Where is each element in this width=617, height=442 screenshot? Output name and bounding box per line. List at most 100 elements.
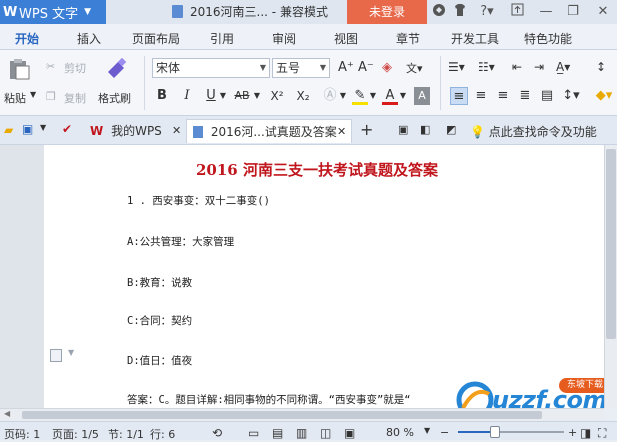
copy-button[interactable]: 复制 — [64, 90, 86, 106]
font-name-select[interactable]: 宋体 ▼ — [152, 58, 270, 78]
superscript-button[interactable]: X² — [266, 87, 288, 105]
line-spacing-icon[interactable]: ↕▾ — [560, 87, 582, 105]
tab-references[interactable]: 引用 — [210, 30, 234, 47]
tab-page-layout[interactable]: 页面布局 — [132, 30, 180, 47]
chinese-layout-icon[interactable]: A̲▾ — [556, 60, 570, 74]
chevron-down-icon[interactable]: ▼ — [68, 348, 74, 357]
outline-view-icon[interactable]: ▥ — [296, 426, 307, 440]
chevron-down-icon[interactable]: ▼ — [424, 426, 430, 435]
shirt-icon[interactable] — [452, 3, 468, 21]
paragraph: 1 . 西安事变：双十二事变() — [127, 195, 270, 207]
new-tab-icon[interactable]: + — [360, 120, 373, 139]
close-tab-icon[interactable]: ✕ — [172, 119, 181, 143]
phonetic-guide-icon[interactable]: 文▾ — [406, 60, 423, 76]
chevron-down-icon[interactable]: ▼ — [338, 87, 348, 105]
sort-icon[interactable]: ↕ — [596, 60, 606, 74]
tab-view[interactable]: 视图 — [334, 30, 358, 47]
skin-icon[interactable] — [431, 3, 447, 21]
zoom-in-button[interactable]: + — [568, 426, 577, 439]
read-view-icon[interactable]: ▣ — [344, 426, 355, 440]
italic-button[interactable]: I — [180, 87, 194, 105]
minimize-icon[interactable]: — — [538, 3, 554, 21]
bold-button[interactable]: B — [154, 87, 170, 105]
paste-icon[interactable] — [7, 58, 31, 80]
close-icon[interactable]: ✕ — [595, 3, 611, 21]
fit-page-icon[interactable]: ◨ — [580, 426, 591, 440]
tab-features[interactable]: 特色功能 — [524, 30, 572, 47]
grow-font-icon[interactable]: A⁺ — [338, 60, 354, 75]
format-painter-button[interactable]: 格式刷 — [98, 90, 131, 106]
chevron-down-icon: ▼ — [84, 7, 91, 17]
page-view-icon[interactable]: ▤ — [272, 426, 283, 440]
chevron-down-icon[interactable]: ▼ — [252, 87, 262, 105]
app-name: WPS 文字 — [19, 6, 79, 22]
chevron-down-icon[interactable]: ▼ — [218, 87, 228, 105]
restore-icon[interactable]: ❐ — [565, 3, 581, 21]
tab-active-document[interactable]: 2016河...试真题及答案 ✕ — [186, 119, 352, 143]
zoom-value[interactable]: 80 % — [386, 426, 414, 439]
view-mode-icon[interactable]: ▭ — [248, 426, 259, 440]
shrink-font-icon[interactable]: A⁻ — [358, 60, 374, 75]
strikethrough-button[interactable]: AB — [232, 87, 252, 105]
history-icon[interactable]: ⟲ — [212, 426, 222, 440]
zoom-slider-knob[interactable] — [490, 426, 501, 438]
pin-icon[interactable] — [509, 3, 525, 21]
open-folder-icon[interactable]: ▰ — [4, 123, 13, 137]
paragraph-handle-icon[interactable] — [50, 349, 62, 362]
format-painter-icon[interactable] — [104, 57, 128, 80]
chevron-left-icon[interactable]: ◀ — [4, 409, 10, 418]
highlight-icon[interactable]: ✎ — [352, 87, 368, 105]
clear-format-icon[interactable]: ◈ — [382, 60, 392, 75]
save-icon[interactable]: ▣ — [22, 122, 33, 136]
doc-d-icon[interactable]: ◧ — [420, 123, 430, 136]
paragraph: D:值日：值夜 — [127, 355, 193, 367]
paragraph: A:公共管理：大家管理 — [127, 236, 235, 248]
chevron-down-icon[interactable]: ▼ — [398, 87, 408, 105]
char-shading-icon[interactable]: A — [414, 87, 430, 105]
doc-arrow-icon[interactable]: ◩ — [446, 123, 456, 136]
cut-button[interactable]: 剪切 — [64, 60, 86, 76]
text-effect-icon[interactable]: Ⓐ — [322, 87, 338, 105]
underline-button[interactable]: U — [204, 87, 218, 105]
list-view-icon[interactable]: ▣ — [398, 123, 408, 136]
check-icon[interactable]: ✔ — [62, 122, 72, 136]
vertical-scrollbar[interactable] — [604, 145, 617, 408]
command-search[interactable]: 💡 点此查找命令及功能 — [470, 123, 597, 140]
tab-developer[interactable]: 开发工具 — [451, 30, 499, 47]
scrollbar-thumb[interactable] — [606, 149, 616, 339]
subscript-button[interactable]: X₂ — [292, 87, 314, 105]
web-view-icon[interactable]: ◫ — [320, 426, 331, 440]
close-tab-icon[interactable]: ✕ — [337, 120, 346, 144]
tab-insert[interactable]: 插入 — [77, 30, 101, 47]
tab-home[interactable]: 开始 — [12, 30, 42, 54]
document-page[interactable]: 2016 河南三支一扶考试真题及答案 1 . 西安事变：双十二事变() A:公共… — [44, 145, 604, 408]
bullet-list-icon[interactable]: ☰▾ — [448, 60, 465, 74]
zoom-slider[interactable] — [458, 426, 564, 438]
fullscreen-icon[interactable]: ⛶ — [598, 426, 606, 441]
paste-button[interactable]: 粘贴 — [4, 90, 26, 106]
login-button[interactable]: 未登录 — [347, 0, 427, 24]
decrease-indent-icon[interactable]: ⇤ — [512, 60, 522, 74]
scrollbar-thumb[interactable] — [22, 411, 542, 419]
align-center-icon[interactable]: ≡ — [472, 87, 490, 105]
font-size-select[interactable]: 五号 ▼ — [272, 58, 330, 78]
shading-icon[interactable]: ◆▾ — [594, 87, 614, 105]
horizontal-scrollbar[interactable]: ◀ — [0, 408, 604, 421]
help-icon[interactable]: ?▾ — [476, 3, 498, 21]
zoom-out-button[interactable]: − — [440, 426, 449, 439]
numbered-list-icon[interactable]: ☷▾ — [478, 60, 495, 74]
tab-chapter[interactable]: 章节 — [396, 30, 420, 47]
tab-review[interactable]: 审阅 — [272, 30, 296, 47]
tab-my-wps[interactable]: W 我的WPS ✕ — [86, 119, 186, 143]
increase-indent-icon[interactable]: ⇥ — [534, 60, 544, 74]
align-left-icon[interactable]: ≡ — [450, 87, 468, 105]
justify-icon[interactable]: ≣ — [516, 87, 534, 105]
font-color-button[interactable]: A — [382, 87, 398, 105]
distributed-icon[interactable]: ▤ — [538, 87, 556, 105]
chevron-down-icon[interactable]: ▼ — [368, 87, 378, 105]
paste-chevron-icon[interactable]: ▼ — [30, 90, 36, 99]
align-right-icon[interactable]: ≡ — [494, 87, 512, 105]
divider — [440, 56, 441, 110]
app-menu-button[interactable]: W WPS 文字 ▼ — [0, 0, 106, 24]
chevron-down-icon[interactable]: ▼ — [40, 123, 46, 132]
